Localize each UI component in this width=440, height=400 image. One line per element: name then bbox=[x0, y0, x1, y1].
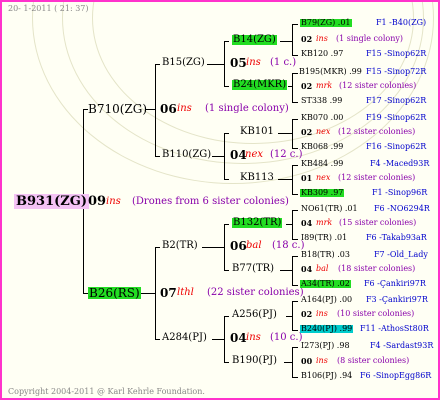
queen-year: 04 bbox=[301, 218, 313, 228]
queen-note: (1 c.) bbox=[270, 57, 297, 68]
queen-id[interactable]: B24(MKR) bbox=[232, 80, 288, 90]
queen-id[interactable]: A164(PJ) .00 bbox=[301, 296, 352, 304]
queen-code: ins bbox=[316, 309, 328, 318]
queen-id[interactable]: B240(PJ) .99 bbox=[300, 325, 354, 333]
queen-ref[interactable]: F1 -Sinop96R bbox=[372, 189, 427, 197]
queen-code: bal bbox=[246, 240, 262, 251]
queen-ref[interactable]: F11 -AthosSt80R bbox=[360, 325, 429, 333]
queen-year: 02 bbox=[301, 127, 313, 137]
queen-id[interactable]: B18(TR) .03 bbox=[301, 251, 350, 259]
queen-ref[interactable]: F15 -Sinop72R bbox=[366, 68, 426, 76]
queen-year: 05 bbox=[230, 56, 247, 70]
queen-note: (18 c.) bbox=[272, 240, 305, 251]
queen-code: nex bbox=[316, 173, 331, 182]
queen-id[interactable]: B79(ZG) .01 bbox=[300, 19, 352, 27]
queen-note: (12 sister colonies) bbox=[339, 81, 417, 90]
queen-id[interactable]: B132(TR) bbox=[232, 218, 283, 228]
queen-code: ins bbox=[246, 332, 261, 343]
queen-code: mrk bbox=[316, 218, 333, 227]
queen-id[interactable]: ST338 .99 bbox=[301, 97, 342, 105]
queen-code: nex bbox=[245, 149, 263, 160]
queen-ref[interactable]: F4 -Maced93R bbox=[370, 160, 429, 168]
queen-id[interactable]: KB068 .99 bbox=[301, 143, 343, 151]
queen-year: 02 bbox=[301, 34, 313, 44]
queen-note: (8 sister colonies) bbox=[337, 356, 410, 365]
queen-id[interactable]: B2(TR) bbox=[162, 241, 198, 251]
pedigree-chart: 20- 1-2011 ( 21: 37) B931(ZG) 09 ins (Dr… bbox=[0, 0, 440, 400]
queen-id[interactable]: B106(PJ) .94 bbox=[301, 372, 352, 380]
queen-id[interactable]: I273(PJ) .98 bbox=[301, 342, 350, 350]
queen-ref[interactable]: F6 -Çankiri97R bbox=[364, 280, 426, 288]
queen-id[interactable]: B26(RS) bbox=[88, 287, 141, 299]
queen-ref[interactable]: F3 -Çankiri97R bbox=[366, 296, 428, 304]
queen-code: ins bbox=[177, 103, 192, 114]
queen-year: 02 bbox=[301, 81, 313, 91]
queen-note: (15 sister colonies) bbox=[339, 218, 417, 227]
queen-ref[interactable]: F6 -Takab93aR bbox=[366, 234, 427, 242]
queen-note: (12 c.) bbox=[270, 149, 303, 160]
queen-id[interactable]: B195(MKR) .99 bbox=[299, 68, 362, 76]
queen-id[interactable]: KB113 bbox=[240, 173, 274, 183]
queen-ref[interactable]: F17 -Sinop62R bbox=[366, 97, 426, 105]
queen-code: nex bbox=[316, 127, 331, 136]
queen-ref[interactable]: F1 -B40(ZG) bbox=[376, 19, 426, 27]
queen-id[interactable]: I89(TR) .01 bbox=[301, 234, 347, 242]
queen-code: ins bbox=[246, 57, 261, 68]
queen-year: 06 bbox=[160, 102, 177, 116]
queen-id[interactable]: A34(TR) .02 bbox=[300, 280, 351, 288]
queen-year: 06 bbox=[230, 239, 247, 253]
queen-year: 04 bbox=[230, 331, 247, 345]
header-date: 20- 1-2011 ( 21: 37) bbox=[8, 4, 89, 13]
queen-note: (1 single colony) bbox=[205, 103, 289, 114]
queen-note: (1 single colony) bbox=[336, 34, 403, 43]
queen-note: (10 sister colonies) bbox=[337, 309, 415, 318]
root-note: (Drones from 6 sister colonies) bbox=[132, 196, 289, 207]
queen-ref[interactable]: F6 -NO6294R bbox=[374, 205, 430, 213]
queen-note: (18 sister colonies) bbox=[338, 264, 416, 273]
queen-id[interactable]: B77(TR) bbox=[232, 264, 274, 274]
queen-note: (22 sister colonies) bbox=[207, 287, 304, 298]
footer-copyright: Copyright 2004-2011 @ Karl Kehrle Founda… bbox=[8, 387, 205, 396]
queen-note: (10 c.) bbox=[270, 332, 303, 343]
queen-id[interactable]: KB484 .99 bbox=[301, 160, 343, 168]
queen-code: lthl bbox=[177, 287, 194, 298]
queen-code: mrk bbox=[316, 81, 333, 90]
queen-year: 07 bbox=[160, 286, 177, 300]
queen-id[interactable]: KB070 .00 bbox=[301, 114, 343, 122]
queen-year: 04 bbox=[301, 264, 313, 274]
queen-ref[interactable]: F6 -SinopEgg86R bbox=[360, 372, 431, 380]
queen-id[interactable]: KB309 .97 bbox=[300, 189, 345, 197]
queen-id[interactable]: NO61(TR) .01 bbox=[301, 205, 358, 213]
queen-year: 01 bbox=[301, 173, 313, 183]
queen-ref[interactable]: F16 -Sinop62R bbox=[366, 143, 426, 151]
queen-year: 02 bbox=[301, 309, 313, 319]
queen-code: ins bbox=[316, 356, 328, 365]
queen-id[interactable]: A284(PJ) bbox=[162, 333, 207, 343]
queen-id[interactable]: B710(ZG) bbox=[88, 103, 147, 115]
queen-id[interactable]: A256(PJ) bbox=[232, 310, 277, 320]
queen-ref[interactable]: F19 -Sinop62R bbox=[366, 114, 426, 122]
root-year: 09 bbox=[88, 194, 107, 209]
queen-code: bal bbox=[316, 264, 329, 273]
queen-id[interactable]: B190(PJ) bbox=[232, 356, 277, 366]
queen-ref[interactable]: F4 -Sardast93R bbox=[370, 342, 433, 350]
queen-note: (12 sister colonies) bbox=[338, 127, 416, 136]
root-code: ins bbox=[106, 196, 121, 207]
root-queen-id[interactable]: B931(ZG) bbox=[14, 194, 90, 209]
queen-id[interactable]: B14(ZG) bbox=[232, 35, 277, 45]
queen-id[interactable]: B110(ZG) bbox=[162, 150, 211, 160]
queen-ref[interactable]: F15 -Sinop62R bbox=[366, 50, 426, 58]
queen-id[interactable]: KB120 .97 bbox=[301, 50, 343, 58]
queen-note: (12 sister colonies) bbox=[338, 173, 416, 182]
queen-year: 00 bbox=[301, 356, 313, 366]
queen-id[interactable]: KB101 bbox=[240, 127, 274, 137]
queen-code: ins bbox=[316, 34, 328, 43]
queen-id[interactable]: B15(ZG) bbox=[162, 58, 205, 68]
queen-ref[interactable]: F7 -Old_Lady bbox=[374, 251, 428, 259]
